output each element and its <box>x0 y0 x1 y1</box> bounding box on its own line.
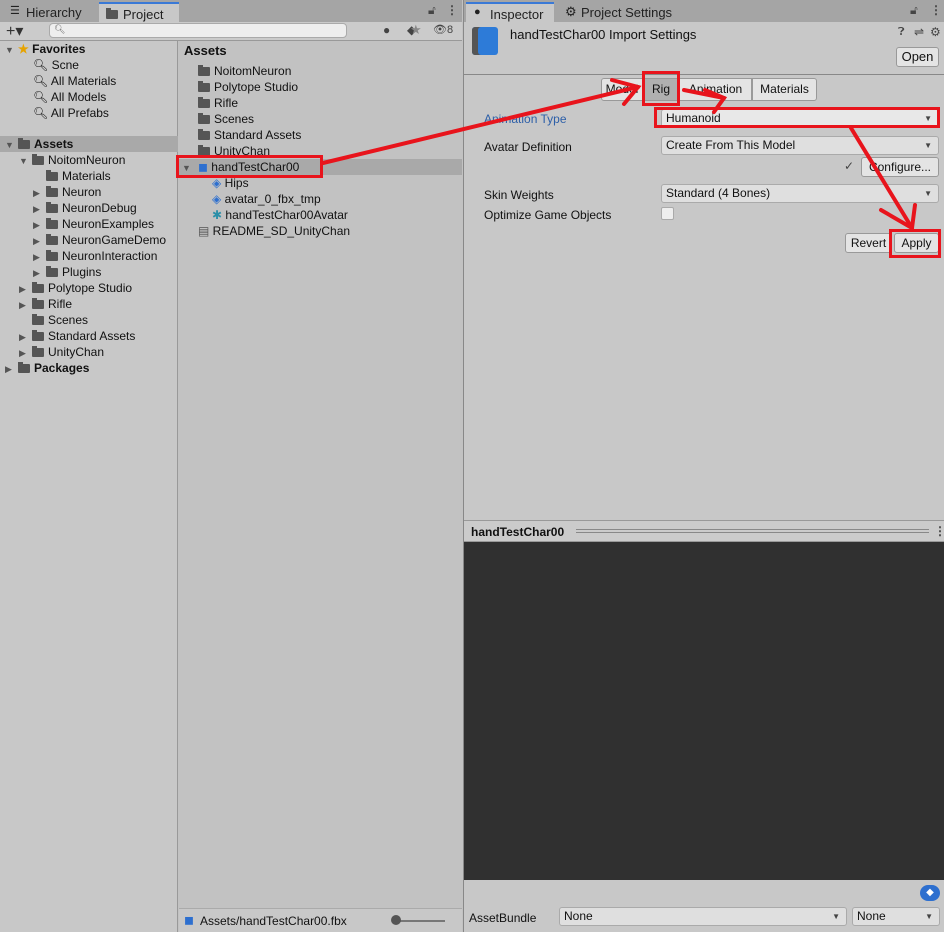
arrow-to-rig <box>321 85 640 165</box>
annotation-arrows <box>321 78 917 232</box>
arrow-to-apply <box>849 126 914 230</box>
arrowhead <box>703 88 728 114</box>
